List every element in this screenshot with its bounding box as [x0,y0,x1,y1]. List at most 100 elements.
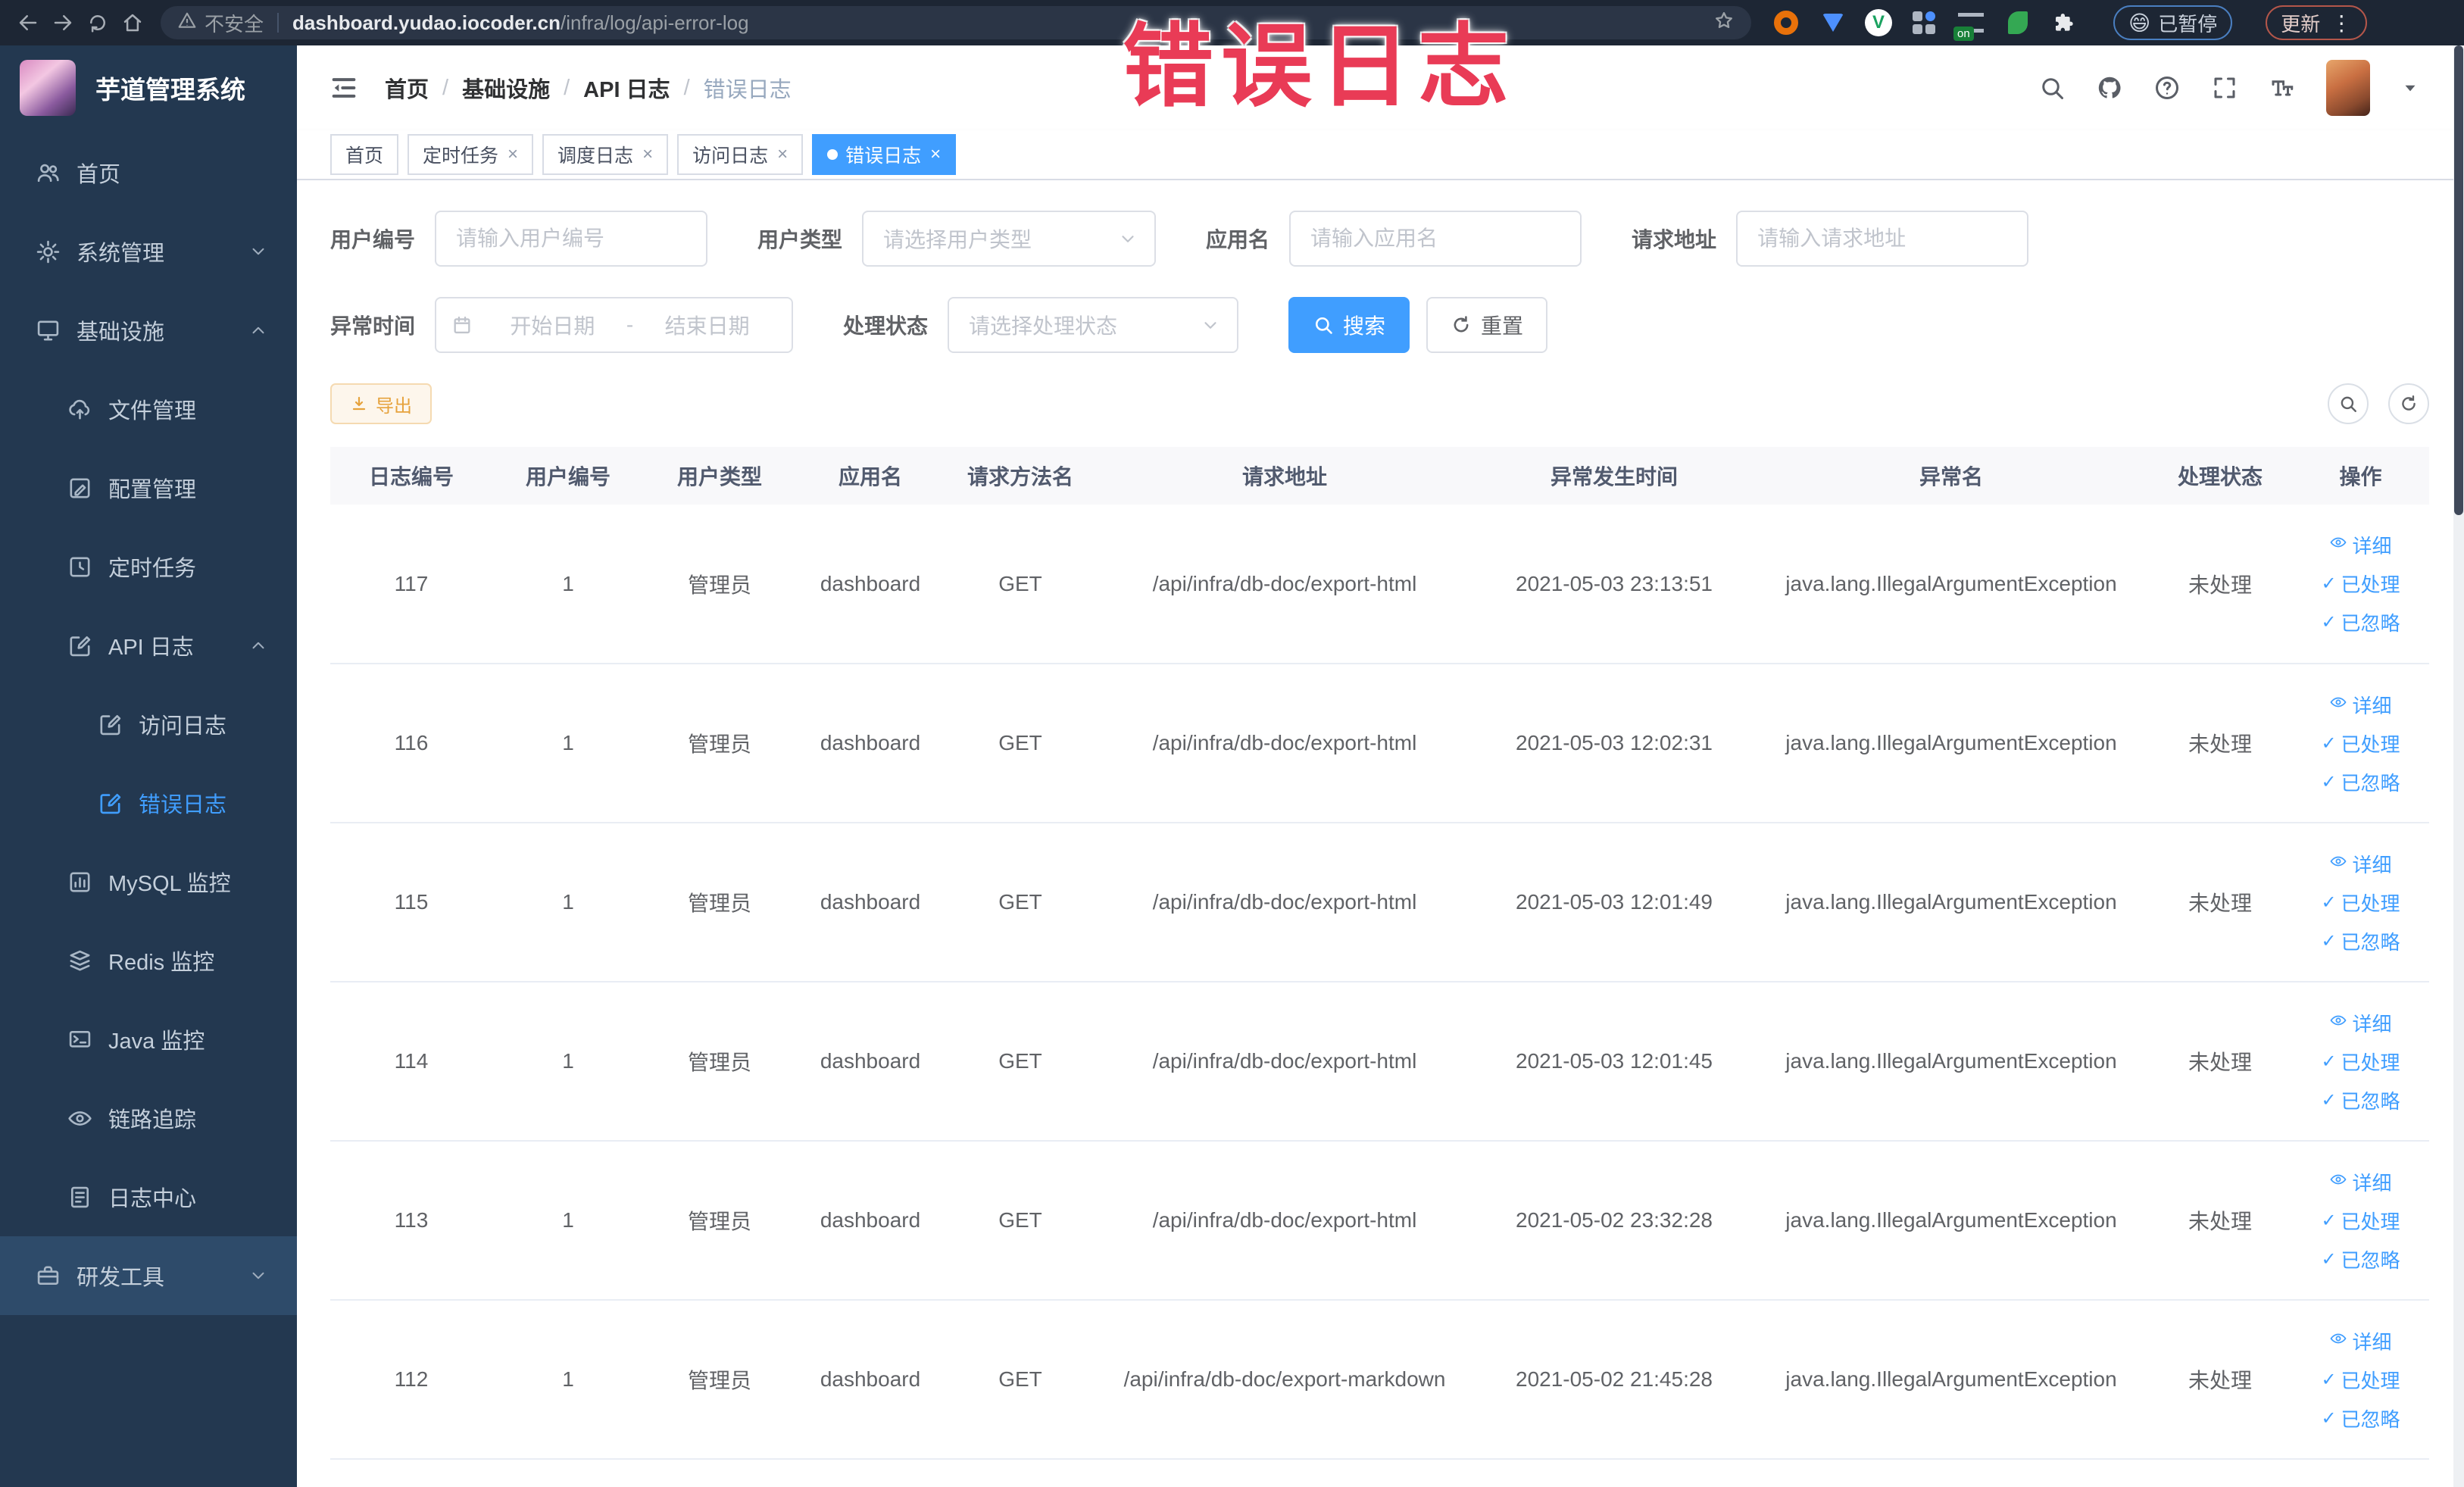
search-icon[interactable] [2038,74,2066,102]
process-status-select[interactable]: 请选择处理状态 [948,297,1239,353]
extensions-puzzle-icon[interactable] [2050,8,2080,38]
sidebar-item[interactable]: MySQL 监控 [0,842,297,921]
processed-link[interactable]: ✓ 已处理 [2321,1207,2400,1235]
page-scrollbar[interactable] [2453,45,2464,1487]
sidebar-item[interactable]: 配置管理 [0,448,297,527]
exception-time-range-picker[interactable]: 开始日期 - 结束日期 [435,297,794,353]
refresh-button[interactable] [2388,383,2429,424]
view-tab[interactable]: 错误日志 × [812,134,957,175]
java-icon [67,1026,93,1053]
tab-close-icon[interactable]: × [507,145,518,164]
sidebar-toggle-icon[interactable] [329,73,359,103]
table-row: 112 1 管理员 dashboard GET/api/infra/db-doc/exp… [330,1300,2429,1460]
ignored-link[interactable]: ✓ 已忽略 [2321,927,2400,955]
column-header: 日志编号 [330,447,492,505]
cell-exception: java.lang.IllegalArgumentException [1754,505,2148,664]
sidebar-item[interactable]: 系统管理 [0,212,297,291]
processed-link[interactable]: ✓ 已处理 [2321,570,2400,598]
logo-image [20,60,76,116]
cell-time: 2021-05-03 12:02:31 [1474,664,1754,823]
view-tab[interactable]: 调度日志 × [542,134,669,175]
browser-menu-icon[interactable]: ⋮ [2331,11,2352,36]
breadcrumb-item[interactable]: 基础设施 [462,72,550,104]
cell-id: 117 [330,505,492,664]
help-icon[interactable] [2153,74,2181,102]
ignored-link[interactable]: ✓ 已忽略 [2321,1245,2400,1273]
sidebar-item[interactable]: Java 监控 [0,1000,297,1079]
user-menu-caret-icon[interactable] [2400,78,2420,98]
detail-link[interactable]: 详细 [2329,850,2392,878]
app-name-input[interactable] [1289,211,1582,267]
extension-grid-icon[interactable] [1909,8,1939,38]
search-button[interactable]: 搜索 [1288,297,1410,353]
processed-link[interactable]: ✓ 已处理 [2321,729,2400,758]
tab-close-icon[interactable]: × [930,145,941,164]
eye-icon [2329,1170,2347,1194]
extension-vue-devtools-icon[interactable]: V [1865,9,1892,36]
view-tab[interactable]: 定时任务 × [408,134,534,175]
sidebar-item[interactable]: 链路追踪 [0,1079,297,1157]
user-type-select[interactable]: 请选择用户类型 [862,211,1157,267]
security-chip[interactable]: 不安全 [177,9,264,37]
browser-update-badge[interactable]: 更新 ⋮ [2266,5,2368,40]
processed-link[interactable]: ✓ 已处理 [2321,889,2400,917]
browser-back-icon[interactable] [11,5,45,40]
sidebar-item[interactable]: 研发工具 [0,1236,297,1315]
sidebar-item[interactable]: 错误日志 [0,764,297,842]
fullscreen-icon[interactable] [2211,74,2238,102]
profile-paused-badge[interactable]: 😄 已暂停 [2113,5,2233,40]
hide-search-button[interactable] [2328,383,2369,424]
sidebar-item[interactable]: 定时任务 [0,527,297,606]
request-url-input[interactable] [1736,211,2029,267]
detail-label: 详细 [2352,1012,2392,1036]
sidebar-item[interactable]: Redis 监控 [0,921,297,1000]
font-size-icon[interactable] [2269,74,2296,102]
column-header: 应用名 [795,447,945,505]
extension-leaf-icon[interactable] [2003,8,2033,38]
breadcrumb-item[interactable]: 首页 [385,72,429,104]
detail-label: 详细 [2352,694,2392,717]
bookmark-star-icon[interactable] [1713,10,1735,36]
cell-method: GET [945,823,1095,982]
detail-link[interactable]: 详细 [2329,1327,2392,1355]
tab-close-icon[interactable]: × [777,145,788,164]
detail-link[interactable]: 详细 [2329,1168,2392,1196]
sidebar-item[interactable]: 日志中心 [0,1157,297,1236]
security-label: 不安全 [205,12,264,36]
sidebar-logo[interactable]: 芋道管理系统 [0,45,297,130]
reset-button[interactable]: 重置 [1426,297,1548,353]
processed-link[interactable]: ✓ 已处理 [2321,1366,2400,1394]
sidebar-item[interactable]: 首页 [0,133,297,212]
user-avatar[interactable] [2326,60,2370,116]
extension-orange-icon[interactable] [1771,8,1801,38]
scrollbar-thumb[interactable] [2454,45,2463,515]
sidebar-item[interactable]: 基础设施 [0,291,297,370]
omnibox-separator [277,13,280,33]
user-id-input[interactable] [435,211,708,267]
sidebar-item[interactable]: API 日志 [0,606,297,685]
view-tab[interactable]: 首页 [330,134,399,175]
tab-close-icon[interactable]: × [642,145,653,164]
processed-link[interactable]: ✓ 已处理 [2321,1048,2400,1076]
browser-home-icon[interactable] [115,5,150,40]
tab-label: 首页 [345,145,384,167]
sidebar-item[interactable]: 访问日志 [0,685,297,764]
ignored-link[interactable]: ✓ 已忽略 [2321,1404,2400,1432]
ignored-link[interactable]: ✓ 已忽略 [2321,608,2400,636]
ignored-link[interactable]: ✓ 已忽略 [2321,1086,2400,1114]
export-button[interactable]: 导出 [330,383,432,424]
detail-link[interactable]: 详细 [2329,531,2392,559]
extension-shield-icon[interactable] [1818,8,1848,38]
extension-switch-icon[interactable]: on [1953,8,1986,41]
breadcrumb-separator: / [683,75,690,100]
browser-reload-icon[interactable] [80,5,115,40]
sidebar-item[interactable]: 文件管理 [0,370,297,448]
browser-forward-icon[interactable] [45,5,80,40]
github-icon[interactable] [2096,74,2123,102]
check-icon: ✓ [2321,1051,2337,1072]
detail-link[interactable]: 详细 [2329,1009,2392,1037]
breadcrumb-item[interactable]: API 日志 [583,72,670,104]
view-tab[interactable]: 访问日志 × [677,134,804,175]
detail-link[interactable]: 详细 [2329,691,2392,719]
ignored-link[interactable]: ✓ 已忽略 [2321,768,2400,796]
